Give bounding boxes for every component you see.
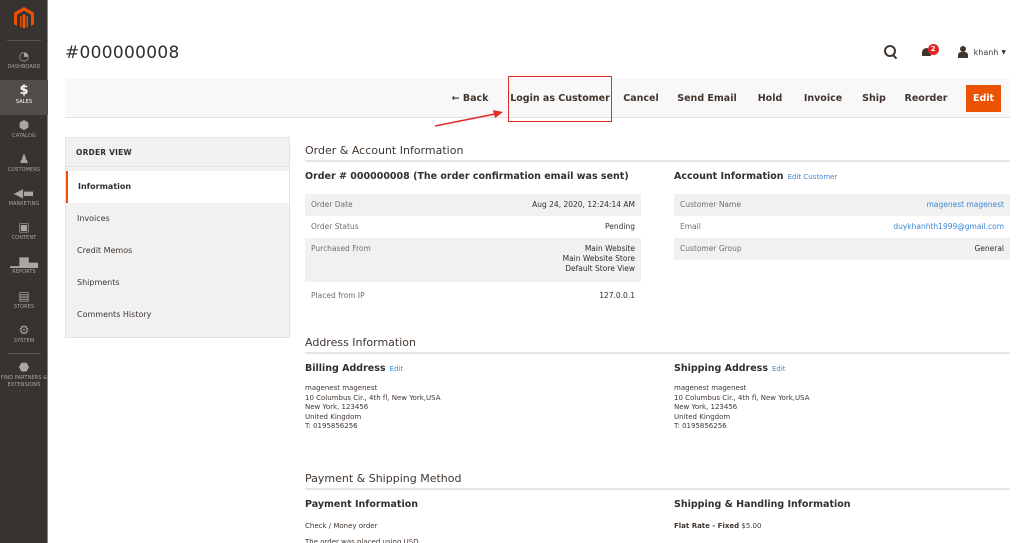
table-row: Customer Group General	[674, 238, 1010, 260]
table-row: Customer Name magenest magenest	[674, 194, 1010, 216]
section-title-payment-shipping: Payment & Shipping Method	[305, 472, 462, 485]
gear-icon: ⚙	[18, 323, 30, 337]
nav-item-find-partners[interactable]: ⬣ Find Partners & Extensions	[0, 356, 48, 396]
back-button[interactable]: ← Back	[445, 79, 495, 118]
cancel-button[interactable]: Cancel	[621, 79, 661, 118]
tab-information[interactable]: Information	[66, 171, 289, 203]
order-heading: Order # 000000008 (The order confirmatio…	[305, 171, 629, 182]
order-view-title: ORDER VIEW	[66, 138, 289, 167]
notifications-count-badge: 2	[927, 44, 939, 55]
section-divider	[305, 488, 1010, 490]
shipping-address-heading: Shipping Address Edit	[674, 363, 786, 374]
page-title: #000000008	[65, 43, 180, 63]
nav-item-content[interactable]: ▣ Content	[0, 216, 48, 251]
search-icon[interactable]	[883, 45, 898, 59]
edit-button[interactable]: Edit	[966, 85, 1001, 112]
customer-name-link[interactable]: magenest magenest	[927, 200, 1004, 210]
storefront-icon: ▤	[18, 289, 30, 303]
payment-currency-note: The order was placed using USD	[305, 538, 419, 543]
shipping-price: $5.00	[741, 522, 762, 530]
dashboard-icon: ◔	[18, 49, 30, 63]
reorder-button[interactable]: Reorder	[901, 79, 951, 118]
payment-info-heading: Payment Information	[305, 499, 419, 510]
nav-divider	[7, 353, 41, 354]
order-info-table: Order Date Aug 24, 2020, 12:24:14 AM Ord…	[305, 194, 641, 307]
nav-item-system[interactable]: ⚙ System	[0, 319, 48, 354]
megaphone-icon: ◀▬	[13, 186, 35, 200]
tab-credit-memos[interactable]: Credit Memos	[66, 235, 289, 267]
section-title-address: Address Information	[305, 336, 416, 349]
table-row: Placed from IP 127.0.0.1	[311, 291, 635, 300]
layout-icon: ▣	[18, 220, 30, 234]
section-divider	[305, 352, 1010, 354]
table-row: Purchased From Main Website Main Website…	[305, 238, 641, 282]
shipping-method: Flat Rate - Fixed $5.00	[674, 522, 762, 530]
user-icon	[957, 46, 968, 58]
nav-divider	[7, 40, 41, 41]
caret-down-icon: ▼	[1001, 48, 1006, 56]
invoice-button[interactable]: Invoice	[801, 79, 845, 118]
nav-item-sales[interactable]: $ Sales	[0, 80, 48, 115]
bar-chart-icon: ▁▆▃	[10, 254, 38, 268]
dollar-icon: $	[19, 83, 29, 98]
tab-invoices[interactable]: Invoices	[66, 203, 289, 235]
section-divider	[305, 160, 1010, 162]
table-row: Order Status Pending	[311, 222, 635, 231]
magento-logo-icon[interactable]	[12, 6, 36, 30]
edit-customer-link[interactable]: Edit Customer	[788, 173, 838, 181]
tab-comments-history[interactable]: Comments History	[66, 299, 289, 331]
send-email-button[interactable]: Send Email	[675, 79, 739, 118]
edit-billing-address-link[interactable]: Edit	[390, 365, 404, 373]
account-info-table: Customer Name magenest magenest Email du…	[674, 194, 1010, 260]
nav-item-customers[interactable]: ♟ Customers	[0, 148, 48, 183]
payment-method: Check / Money order	[305, 522, 378, 530]
tab-shipments[interactable]: Shipments	[66, 267, 289, 299]
box-icon: ⬢	[18, 118, 30, 132]
header-actions: 2 khanh ▼	[883, 42, 1006, 62]
notifications-button[interactable]: 2	[921, 44, 939, 59]
user-account-menu[interactable]: khanh ▼	[957, 46, 1006, 58]
edit-shipping-address-link[interactable]: Edit	[772, 365, 786, 373]
nav-item-reports[interactable]: ▁▆▃ Reports	[0, 250, 48, 285]
hold-button[interactable]: Hold	[755, 79, 785, 118]
billing-address-heading: Billing Address Edit	[305, 363, 404, 374]
nav-item-dashboard[interactable]: ◔ Dashboard	[0, 45, 48, 80]
shipping-handling-heading: Shipping & Handling Information	[674, 499, 851, 510]
table-row: Email duykhanhth1999@gmail.com	[680, 222, 1004, 232]
order-actions-toolbar: ← Back Login as Customer Cancel Send Ema…	[65, 79, 1010, 118]
login-as-customer-button[interactable]: Login as Customer	[510, 79, 610, 118]
admin-sidebar: ◔ Dashboard $ Sales ⬢ Catalog ♟ Customer…	[0, 0, 48, 543]
table-row: Order Date Aug 24, 2020, 12:24:14 AM	[305, 194, 641, 216]
nav-item-stores[interactable]: ▤ Stores	[0, 285, 48, 320]
user-name: khanh	[973, 47, 999, 57]
person-icon: ♟	[18, 152, 30, 166]
ship-button[interactable]: Ship	[860, 79, 888, 118]
account-heading: Account Information Edit Customer	[674, 171, 838, 182]
order-view-tabs: ORDER VIEW Information Invoices Credit M…	[65, 137, 290, 338]
extensions-icon: ⬣	[18, 360, 30, 374]
shipping-address: magenest magenest 10 Columbus Cir., 4th …	[674, 384, 810, 431]
customer-email-link[interactable]: duykhanhth1999@gmail.com	[893, 222, 1004, 232]
nav-item-catalog[interactable]: ⬢ Catalog	[0, 114, 48, 149]
nav-item-marketing[interactable]: ◀▬ Marketing	[0, 182, 48, 217]
section-title-order-account: Order & Account Information	[305, 144, 464, 157]
order-status: Pending	[605, 222, 635, 231]
billing-address: magenest magenest 10 Columbus Cir., 4th …	[305, 384, 441, 431]
